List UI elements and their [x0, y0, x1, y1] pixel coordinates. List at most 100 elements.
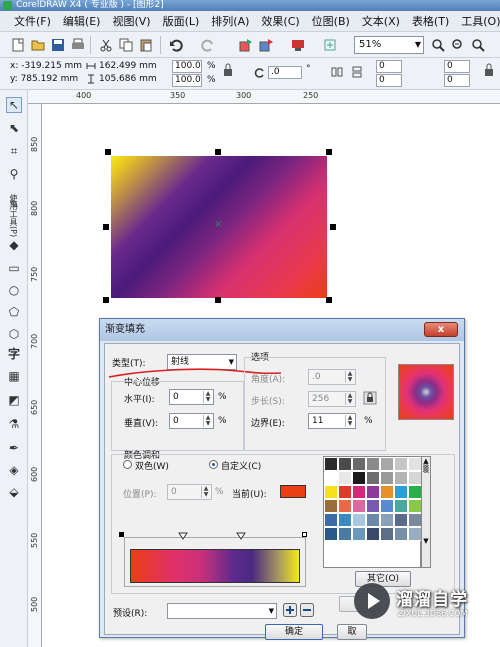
palette-swatch[interactable]	[324, 527, 338, 541]
dialog-title-bar[interactable]: 渐变填充 x	[100, 319, 464, 341]
start-color-node[interactable]	[119, 532, 124, 537]
menu-view[interactable]: 视图(V)	[106, 13, 156, 29]
palette-swatch[interactable]	[366, 457, 380, 471]
print-icon[interactable]	[70, 37, 86, 53]
object-height[interactable]: 105.686 mm	[99, 74, 157, 84]
palette-swatch[interactable]	[324, 513, 338, 527]
menu-text[interactable]: 文本(X)	[356, 13, 406, 29]
mirror-horizontal-icon[interactable]	[330, 65, 344, 79]
palette-swatch[interactable]	[338, 527, 352, 541]
ellipse-tool-icon[interactable]: ○	[6, 282, 22, 298]
cut-icon[interactable]	[98, 37, 114, 53]
text-tool-icon[interactable]: 字	[6, 345, 22, 361]
selection-handle[interactable]	[103, 224, 109, 230]
object-width[interactable]: 162.499 mm	[99, 61, 157, 71]
basic-shapes-tool-icon[interactable]: ⬡	[6, 326, 22, 342]
current-color-swatch[interactable]	[280, 485, 306, 498]
palette-swatch[interactable]	[338, 471, 352, 485]
eyedropper-tool-icon[interactable]: ⚗	[6, 416, 22, 432]
palette-swatch[interactable]	[352, 485, 366, 499]
palette-swatch[interactable]	[380, 527, 394, 541]
rotation-center-icon[interactable]: ×	[214, 220, 222, 230]
spinner-arrows-icon[interactable]: ▲ ▼	[345, 393, 354, 405]
gradient-preview[interactable]	[398, 364, 454, 420]
position-input[interactable]: 0 ▲ ▼	[167, 484, 212, 500]
custom-radio[interactable]	[209, 460, 218, 469]
save-icon[interactable]	[50, 37, 66, 53]
steps-input[interactable]: 256 ▲ ▼	[308, 391, 356, 407]
outline-tool-icon[interactable]: ✒	[6, 440, 22, 456]
palette-swatch[interactable]	[408, 527, 422, 541]
selection-handle[interactable]	[330, 224, 336, 230]
palette-swatch[interactable]	[338, 499, 352, 513]
palette-swatch[interactable]	[380, 457, 394, 471]
menu-arrange[interactable]: 排列(A)	[205, 13, 255, 29]
smart-fill-tool-icon[interactable]: ◆	[6, 237, 22, 253]
palette-swatch[interactable]	[352, 527, 366, 541]
remove-preset-icon[interactable]	[300, 603, 314, 617]
palette-swatch[interactable]	[324, 457, 338, 471]
palette-swatch[interactable]	[366, 527, 380, 541]
palette-swatch[interactable]	[408, 485, 422, 499]
spinner-arrows-icon[interactable]: ▲ ▼	[201, 486, 210, 498]
palette-swatch[interactable]	[338, 457, 352, 471]
crop-tool-icon[interactable]: ⌗	[6, 143, 22, 159]
lock-ratio-icon[interactable]	[222, 63, 234, 77]
palette-swatch[interactable]	[324, 471, 338, 485]
palette-swatch[interactable]	[380, 499, 394, 513]
selection-handle[interactable]	[103, 297, 109, 303]
selection-handle[interactable]	[326, 149, 332, 155]
copy-icon[interactable]	[118, 37, 134, 53]
spinner-arrows-icon[interactable]: ▲ ▼	[203, 415, 212, 427]
round-corners-lock-icon[interactable]	[482, 63, 496, 77]
pick-tool-icon[interactable]: ↖	[6, 97, 22, 113]
publish-icon[interactable]	[290, 37, 306, 53]
two-color-radio[interactable]	[123, 460, 132, 469]
horizontal-offset-input[interactable]: 0 ▲ ▼	[169, 389, 214, 405]
table-tool-icon[interactable]: ▦	[6, 368, 22, 384]
horizontal-ruler[interactable]: 400 350 300 250	[28, 90, 500, 104]
open-icon[interactable]	[30, 37, 46, 53]
spinner-arrows-icon[interactable]: ▲ ▼	[345, 371, 354, 383]
corner-tl-input[interactable]: 0	[376, 60, 402, 73]
undo-icon[interactable]	[168, 37, 184, 53]
scale-y-input[interactable]: 100.0	[172, 74, 202, 87]
vertical-ruler[interactable]: 850 800 750 700 650 600 550 500	[28, 104, 42, 647]
selection-handle[interactable]	[215, 297, 221, 303]
menu-table[interactable]: 表格(T)	[406, 13, 455, 29]
blend-tool-icon[interactable]: ◩	[6, 392, 22, 408]
custom-label[interactable]: 自定义(C)	[221, 459, 261, 472]
menu-effects[interactable]: 效果(C)	[255, 13, 305, 29]
palette-swatch[interactable]	[394, 471, 408, 485]
palette-swatch[interactable]	[366, 471, 380, 485]
corner-bl-input[interactable]: 0	[376, 74, 402, 87]
selection-handle[interactable]	[105, 149, 111, 155]
palette-swatch[interactable]	[366, 499, 380, 513]
import-icon[interactable]	[238, 37, 254, 53]
gradient-bar[interactable]	[130, 549, 300, 583]
palette-swatch[interactable]	[324, 499, 338, 513]
palette-swatch[interactable]	[338, 513, 352, 527]
palette-swatch[interactable]	[380, 513, 394, 527]
mirror-vertical-icon[interactable]	[350, 65, 364, 79]
menu-layout[interactable]: 版面(L)	[157, 13, 206, 29]
scale-x-input[interactable]: 100.0	[172, 60, 202, 73]
zoom-page-icon[interactable]	[470, 37, 486, 53]
palette-swatch[interactable]	[380, 471, 394, 485]
corner-tr-input[interactable]: 0	[444, 60, 470, 73]
polygon-tool-icon[interactable]: ⬠	[6, 304, 22, 320]
palette-swatch[interactable]	[408, 457, 422, 471]
steps-lock-icon[interactable]	[363, 391, 377, 405]
export-icon[interactable]	[258, 37, 274, 53]
y-position[interactable]: y: 785.192 mm	[10, 74, 78, 84]
menu-file[interactable]: 文件(F)	[8, 13, 57, 29]
fill-tool-icon[interactable]: ◈	[6, 462, 22, 478]
end-color-node[interactable]	[302, 532, 307, 537]
palette-swatch[interactable]	[352, 457, 366, 471]
selection-handle[interactable]	[326, 297, 332, 303]
color-palette[interactable]	[323, 456, 422, 568]
color-stop-marker-icon[interactable]	[236, 532, 246, 540]
x-position[interactable]: x: -319.215 mm	[10, 61, 82, 71]
shape-tool-icon[interactable]: ⬉	[6, 120, 22, 136]
rectangle-tool-icon[interactable]: ▭	[6, 260, 22, 276]
